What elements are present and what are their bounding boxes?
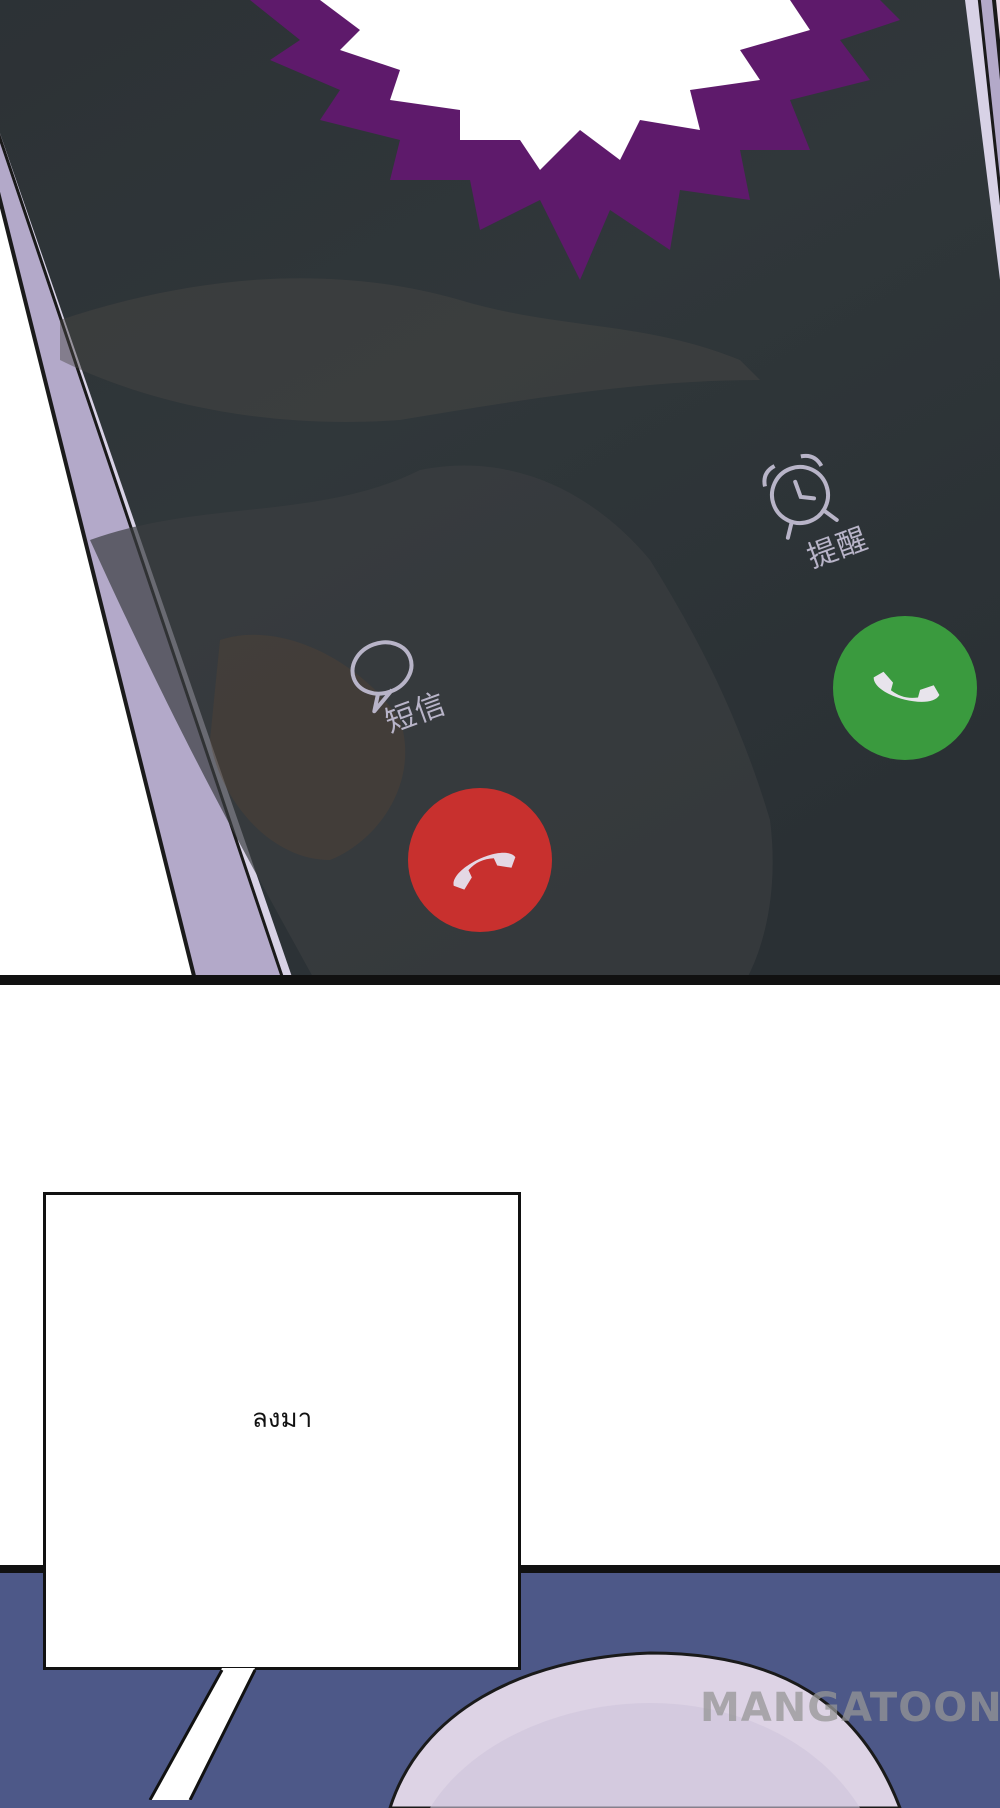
mangatoon-watermark: MANGATOON [700,1685,1000,1731]
phone-decline-button[interactable] [408,788,552,932]
speech-bubble: ลงมา [43,1192,521,1670]
phone-illustration [0,0,1000,975]
phone-call-panel: 短信 提醒 [0,0,1000,975]
phone-answer-button[interactable] [833,616,977,760]
speech-text: ลงมา [251,1404,313,1434]
panel-divider [0,975,1000,985]
